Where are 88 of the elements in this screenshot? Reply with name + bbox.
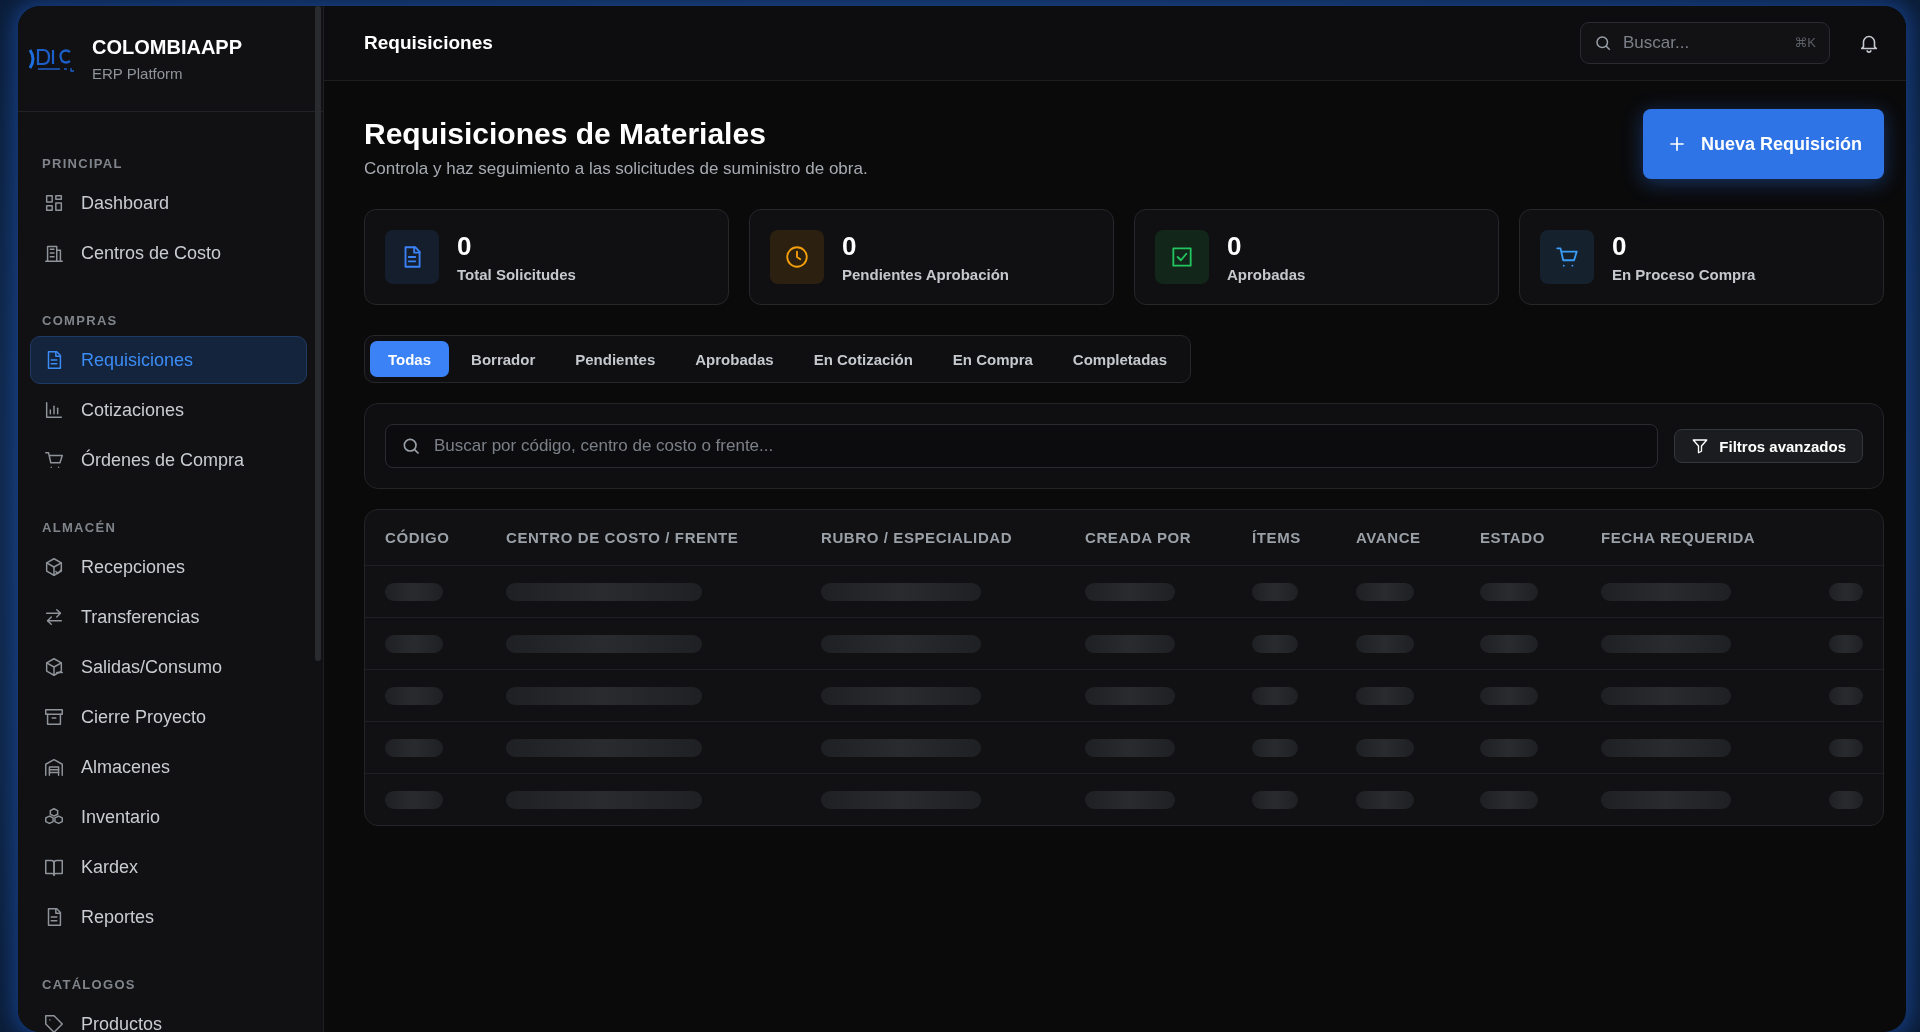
status-tab[interactable]: Aprobadas — [677, 341, 792, 377]
loading-placeholder — [1252, 738, 1298, 757]
loading-placeholder — [1356, 790, 1414, 809]
shortcut-hint: ⌘K — [1794, 35, 1816, 50]
advanced-filters-button[interactable]: Filtros avanzados — [1674, 429, 1863, 463]
search-icon — [1594, 34, 1612, 52]
status-tab[interactable]: Pendientes — [557, 341, 674, 377]
status-tab[interactable]: Todas — [370, 341, 450, 377]
page-title: Requisiciones de Materiales — [364, 117, 767, 151]
stat-value: 0 — [1612, 231, 1628, 262]
column-header: AVANCE — [1356, 529, 1422, 546]
sidebar-item[interactable]: Dashboard — [30, 179, 307, 227]
sidebar-item[interactable]: Requisiciones — [30, 336, 307, 384]
tag-icon — [43, 1013, 65, 1032]
loading-placeholder — [1480, 634, 1538, 653]
stat-value: 0 — [842, 231, 858, 262]
loading-placeholder — [1356, 738, 1414, 757]
warehouse-icon — [43, 756, 65, 778]
stat-value: 0 — [1227, 231, 1243, 262]
column-header: RUBRO / ESPECIALIDAD — [821, 529, 1014, 546]
stat-label: Total Solicitudes — [457, 266, 576, 283]
page-subtitle: Controla y haz seguimiento a las solicitudes de suministro de obra. — [364, 159, 868, 179]
loading-placeholder — [1480, 686, 1538, 705]
sidebar-item[interactable]: Almacenes — [30, 743, 307, 791]
loading-placeholder — [385, 634, 443, 653]
package-icon — [43, 556, 65, 578]
sidebar-item[interactable]: Kardex — [30, 843, 307, 891]
status-tab[interactable]: Completadas — [1054, 341, 1186, 377]
sidebar-item[interactable]: Recepciones — [30, 543, 307, 591]
section-heading: COMPRAS — [41, 312, 119, 330]
sidebar-item[interactable]: Transferencias — [30, 593, 307, 641]
page-header-title: Requisiciones — [364, 32, 493, 54]
grid-icon — [43, 192, 65, 214]
loading-placeholder — [1252, 686, 1298, 705]
loading-placeholder — [1356, 686, 1414, 705]
loading-placeholder — [385, 582, 443, 601]
loading-placeholder — [385, 686, 443, 705]
column-header: FECHA REQUERIDA — [1601, 529, 1757, 546]
sidebar-item[interactable]: Órdenes de Compra — [30, 436, 307, 484]
loading-placeholder — [1829, 686, 1863, 705]
filter-icon — [1691, 437, 1710, 455]
loading-placeholder — [1829, 790, 1863, 809]
brand-name: COLOMBIAAPP — [92, 35, 242, 59]
search-icon — [401, 436, 421, 456]
column-header: CENTRO DE COSTO / FRENTE — [506, 529, 740, 546]
archive-icon — [43, 706, 65, 728]
loading-placeholder — [1480, 790, 1538, 809]
bar-chart-icon — [43, 399, 65, 421]
column-header: ÍTEMS — [1252, 529, 1302, 546]
loading-placeholder — [1480, 582, 1538, 601]
loading-placeholder — [1356, 582, 1414, 601]
status-tab[interactable]: En Cotización — [795, 341, 931, 377]
cart-icon — [43, 449, 65, 471]
stat-value: 0 — [457, 231, 473, 262]
loading-placeholder — [1252, 634, 1298, 653]
sidebar-item[interactable]: Reportes — [30, 893, 307, 941]
stat-label: Pendientes Aprobación — [842, 266, 1009, 283]
sidebar-item[interactable]: Inventario — [30, 793, 307, 841]
arrows-icon — [43, 606, 65, 628]
column-header: CREADA POR — [1085, 529, 1193, 546]
loading-placeholder — [1480, 738, 1538, 757]
column-header: ESTADO — [1480, 529, 1546, 546]
status-tab[interactable]: En Compra — [934, 341, 1051, 377]
stat-label: En Proceso Compra — [1612, 266, 1756, 283]
loading-placeholder — [1829, 582, 1863, 601]
loading-placeholder — [1356, 634, 1414, 653]
status-tab[interactable]: Borrador — [453, 341, 554, 377]
sidebar-item[interactable]: Productos — [30, 1000, 307, 1032]
loading-placeholder — [1829, 738, 1863, 757]
loading-placeholder — [385, 738, 443, 757]
sidebar-item[interactable]: Salidas/Consumo — [30, 643, 307, 691]
sidebar-item[interactable]: Cierre Proyecto — [30, 693, 307, 741]
package-icon — [43, 656, 65, 678]
section-heading: PRINCIPAL — [41, 155, 124, 173]
brand-subtitle: ERP Platform — [92, 64, 184, 82]
loading-placeholder — [1252, 790, 1298, 809]
section-heading: ALMACÉN — [41, 519, 118, 537]
scrollbar[interactable] — [315, 6, 321, 661]
search-field[interactable]: Buscar por código, centro de costo o frente... — [385, 424, 1659, 468]
new-requisition-button[interactable]: Nueva Requisición — [1642, 109, 1884, 179]
loading-placeholder — [1252, 582, 1298, 601]
sidebar-item[interactable]: Cotizaciones — [30, 386, 307, 434]
loading-placeholder — [385, 790, 443, 809]
loading-placeholder — [1829, 634, 1863, 653]
section-heading: CATÁLOGOS — [41, 976, 137, 994]
column-header: CÓDIGO — [385, 529, 451, 546]
sidebar-item[interactable]: Centros de Costo — [30, 229, 307, 277]
stat-label: Aprobadas — [1227, 266, 1306, 283]
